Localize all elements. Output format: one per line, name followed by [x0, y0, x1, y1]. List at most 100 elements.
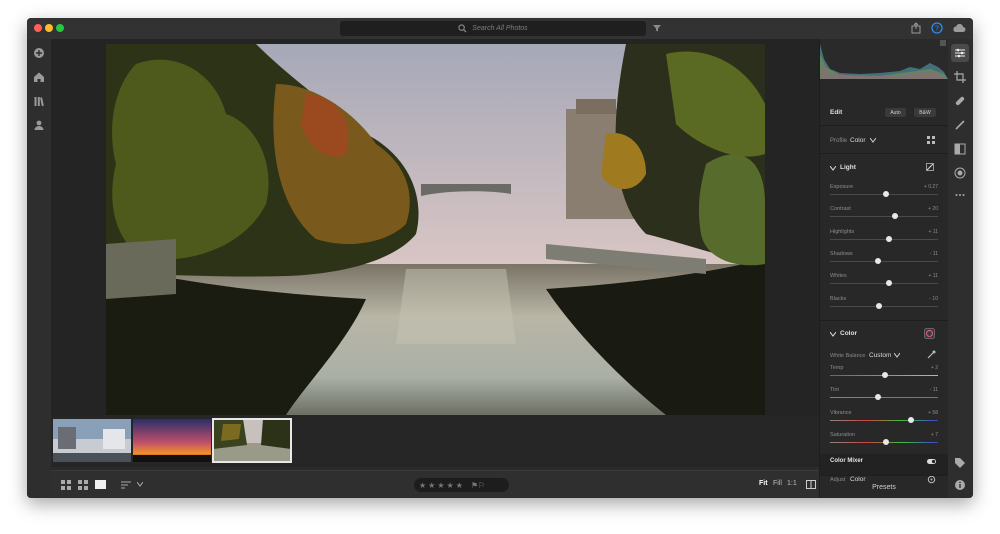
slider-value[interactable]: + 0.27 — [924, 184, 938, 190]
chevron-down-icon[interactable] — [830, 332, 836, 337]
slider-handle[interactable] — [883, 438, 890, 445]
slider-track[interactable] — [830, 260, 938, 262]
slider-label: Saturation — [830, 431, 856, 438]
svg-text:?: ? — [935, 26, 939, 33]
search-field[interactable]: Search All Photos — [340, 21, 646, 36]
slider-value[interactable]: + 2 — [931, 365, 938, 371]
slider-track[interactable] — [830, 397, 938, 399]
white-balance-label: White Balance — [830, 353, 866, 359]
slider-tint[interactable]: Tint - 11 — [830, 387, 938, 401]
cloud-icon[interactable] — [952, 22, 966, 34]
slider-value[interactable]: + 58 — [928, 410, 938, 416]
color-mixer-title[interactable]: Color Mixer — [830, 458, 863, 464]
slider-value[interactable]: + 11 — [929, 229, 939, 235]
slider-value[interactable]: - 11 — [930, 251, 938, 257]
slider-blacks[interactable]: Blacks - 10 — [830, 296, 938, 310]
slider-vibrance[interactable]: Vibrance + 58 — [830, 410, 938, 424]
main-photo[interactable] — [106, 44, 765, 415]
grid-view-icon[interactable] — [61, 480, 71, 490]
info-icon[interactable] — [954, 479, 966, 491]
search-input[interactable]: Search All Photos — [472, 25, 527, 32]
slider-temp[interactable]: Temp + 2 — [830, 365, 938, 379]
help-icon[interactable]: ? — [931, 22, 943, 34]
slider-contrast[interactable]: Contrast + 20 — [830, 206, 938, 220]
toggle-icon[interactable] — [927, 459, 936, 464]
tag-icon[interactable] — [954, 457, 966, 469]
people-icon[interactable] — [33, 119, 45, 131]
crop-icon[interactable] — [954, 71, 966, 83]
profile-browser-icon[interactable] — [927, 136, 935, 144]
white-balance-select[interactable]: Custom — [869, 352, 891, 359]
photo-viewer — [51, 39, 819, 435]
slider-whites[interactable]: Whites + 11 — [830, 273, 938, 287]
slider-handle[interactable] — [874, 257, 881, 264]
slider-handle[interactable] — [874, 394, 881, 401]
color-grading-icon[interactable] — [924, 328, 935, 339]
slider-track[interactable] — [830, 216, 938, 218]
slider-label: Exposure — [830, 184, 854, 190]
thumbnail[interactable] — [133, 419, 211, 462]
thumbnail[interactable] — [53, 419, 131, 462]
square-grid-view-icon[interactable] — [78, 480, 88, 490]
add-icon[interactable] — [33, 47, 45, 59]
tone-curve-icon[interactable] — [926, 163, 934, 171]
brush-icon[interactable] — [954, 119, 966, 131]
slider-handle[interactable] — [883, 191, 890, 197]
library-icon[interactable] — [33, 95, 45, 107]
slider-highlights[interactable]: Highlights + 11 — [830, 229, 938, 243]
auto-button[interactable]: Auto — [885, 108, 906, 117]
profile-select[interactable]: Color — [850, 137, 866, 144]
chevron-down-icon[interactable] — [137, 482, 143, 487]
slider-exposure[interactable]: Exposure + 0.27 — [830, 184, 938, 198]
zoom-window-button[interactable] — [56, 24, 64, 32]
slider-value[interactable]: + 20 — [928, 206, 938, 212]
bw-button[interactable]: B&W — [914, 108, 936, 117]
presets-button[interactable]: Presets — [820, 475, 948, 498]
slider-value[interactable]: + 11 — [929, 273, 939, 279]
share-icon[interactable] — [910, 22, 922, 34]
healing-icon[interactable] — [954, 95, 966, 107]
slider-label: Blacks — [830, 295, 847, 302]
slider-label: Tint — [830, 387, 839, 394]
filter-icon[interactable] — [652, 23, 662, 33]
slider-handle[interactable] — [891, 213, 898, 220]
slider-track[interactable] — [830, 419, 938, 421]
linear-gradient-icon[interactable] — [954, 143, 966, 155]
slider-value[interactable]: - 11 — [930, 387, 938, 393]
slider-track[interactable] — [830, 283, 938, 285]
radial-gradient-icon[interactable] — [954, 167, 966, 179]
compare-view-icon[interactable] — [806, 480, 816, 489]
slider-handle[interactable] — [882, 372, 889, 378]
slider-handle[interactable] — [908, 416, 914, 423]
sort-icon[interactable] — [121, 480, 131, 490]
close-window-button[interactable] — [34, 24, 42, 32]
slider-saturation[interactable]: Saturation + 7 — [830, 432, 938, 446]
edit-sliders-icon[interactable] — [954, 47, 966, 59]
detail-view-icon[interactable] — [95, 480, 106, 489]
color-section-title[interactable]: Color — [840, 330, 857, 337]
flag-icon[interactable]: ⚑⚐ — [471, 481, 485, 490]
slider-track[interactable] — [830, 305, 938, 307]
slider-handle[interactable] — [886, 280, 893, 287]
slider-handle[interactable] — [886, 235, 893, 242]
light-section-title[interactable]: Light — [840, 164, 856, 171]
chevron-down-icon[interactable] — [870, 138, 876, 143]
slider-shadows[interactable]: Shadows - 11 — [830, 251, 938, 265]
thumbnail-selected[interactable] — [212, 418, 292, 463]
chevron-down-icon[interactable] — [894, 353, 900, 358]
home-icon[interactable] — [33, 71, 45, 83]
rating-stars[interactable]: ★★★★★ — [419, 481, 465, 490]
minimize-window-button[interactable] — [45, 24, 53, 32]
zoom-fit-button[interactable]: Fit — [759, 480, 768, 487]
slider-handle[interactable] — [875, 302, 882, 309]
zoom-1to1-button[interactable]: 1:1 — [787, 480, 797, 487]
slider-label: Contrast — [830, 206, 851, 213]
slider-value[interactable]: - 10 — [929, 296, 938, 302]
slider-value[interactable]: + 7 — [931, 432, 938, 438]
eyedropper-icon[interactable] — [927, 350, 936, 359]
more-icon[interactable] — [954, 189, 966, 201]
zoom-fill-button[interactable]: Fill — [773, 480, 782, 487]
slider-track[interactable] — [830, 238, 938, 240]
right-toolbar — [948, 39, 973, 498]
chevron-down-icon[interactable] — [830, 166, 836, 171]
